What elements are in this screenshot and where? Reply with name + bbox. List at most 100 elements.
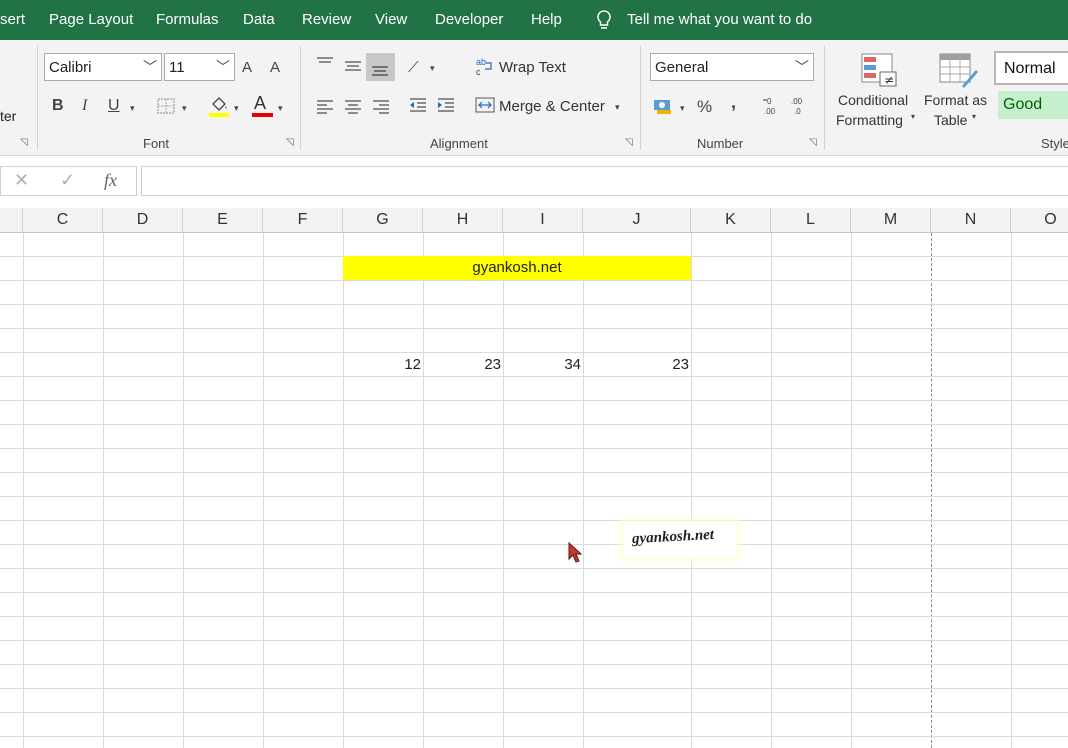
percent-style-button[interactable]: % [697, 95, 712, 119]
chevron-down-icon[interactable]: ﹀ [795, 57, 809, 77]
insert-function-button[interactable]: fx [104, 170, 117, 191]
column-header-o[interactable]: O [1011, 208, 1068, 233]
align-middle-icon[interactable] [343, 60, 363, 74]
column-header-m[interactable]: M [851, 208, 931, 233]
format-as-table-label-2[interactable]: Table [934, 112, 967, 128]
watermark-image[interactable]: gyankosh.net [624, 522, 736, 558]
alignment-launcher-icon[interactable]: ◹ [625, 137, 633, 148]
column-header-e[interactable]: E [183, 208, 263, 233]
merge-center-button[interactable]: Merge & Center [499, 98, 605, 115]
italic-button[interactable]: I [82, 94, 87, 118]
svg-text:0: 0 [767, 97, 772, 106]
align-left-icon[interactable] [315, 100, 335, 114]
formula-input[interactable] [141, 166, 1068, 196]
font-size-combo[interactable]: 11 ﹀ [164, 53, 235, 81]
column-header-f[interactable]: F [263, 208, 343, 233]
gridline [0, 712, 1068, 713]
font-launcher-icon[interactable]: ◹ [286, 137, 294, 148]
gridline [0, 280, 1068, 281]
increase-decimal-icon[interactable]: 0 .00 [762, 96, 784, 116]
increase-indent-icon[interactable] [436, 98, 456, 114]
column-header-k[interactable]: K [691, 208, 771, 233]
formula-bar: ✕ ✓ fx [0, 156, 1068, 208]
chevron-down-icon[interactable]: ▾ [234, 96, 239, 120]
chevron-down-icon[interactable]: ▾ [615, 95, 620, 119]
tab-review[interactable]: Review [302, 11, 351, 28]
decrease-decimal-icon[interactable]: .00 .0 [789, 96, 811, 116]
wrap-text-button[interactable]: Wrap Text [499, 59, 566, 76]
bold-button[interactable]: B [52, 94, 64, 118]
underline-button[interactable]: U [108, 94, 120, 118]
column-header-h[interactable]: H [423, 208, 503, 233]
tab-data[interactable]: Data [243, 11, 275, 28]
gridline [0, 616, 1068, 617]
worksheet-grid[interactable]: C D E F G H I J K L M N O gyankosh.net 1… [0, 208, 1068, 748]
tell-me-search[interactable]: Tell me what you want to do [627, 11, 812, 28]
clipboard-launcher-icon[interactable]: ◹ [20, 137, 28, 148]
style-good-label: Good [1003, 96, 1043, 113]
column-header-c[interactable]: C [23, 208, 103, 233]
style-normal[interactable]: Normal [994, 51, 1068, 85]
gridline [103, 233, 104, 748]
chevron-down-icon[interactable]: ﹀ [216, 57, 230, 77]
cell-g5[interactable]: 12 [343, 353, 421, 376]
shrink-font-button[interactable]: A [270, 56, 280, 80]
fill-color-icon[interactable] [208, 94, 230, 118]
column-header-l[interactable]: L [771, 208, 851, 233]
align-center-icon[interactable] [343, 100, 363, 114]
chevron-down-icon[interactable]: ▾ [182, 96, 187, 120]
number-format-combo[interactable]: General ﹀ [650, 53, 814, 81]
grow-font-button[interactable]: A [242, 56, 252, 80]
separator [640, 46, 641, 150]
cell-j5[interactable]: 23 [583, 353, 689, 376]
cell-i5[interactable]: 34 [503, 353, 581, 376]
number-launcher-icon[interactable]: ◹ [809, 137, 817, 148]
column-header-n[interactable]: N [931, 208, 1011, 233]
tab-developer[interactable]: Developer [435, 11, 503, 28]
gridline [0, 328, 1068, 329]
font-name-combo[interactable]: Calibri ﹀ [44, 53, 162, 81]
gridline [0, 496, 1068, 497]
merged-cell-g2-j2[interactable]: gyankosh.net [343, 256, 691, 280]
column-header-g[interactable]: G [343, 208, 423, 233]
tab-view[interactable]: View [375, 11, 407, 28]
align-right-icon[interactable] [371, 100, 391, 114]
tab-help[interactable]: Help [531, 11, 562, 28]
gridline [423, 233, 424, 748]
chevron-down-icon[interactable]: ▾ [278, 96, 283, 120]
format-as-table-label-1[interactable]: Format as [924, 92, 987, 108]
gridline [263, 233, 264, 748]
comma-style-button[interactable]: , [731, 90, 736, 114]
format-as-table-icon [939, 53, 978, 88]
chevron-down-icon[interactable]: ▾ [911, 112, 915, 121]
decrease-indent-icon[interactable] [408, 98, 428, 114]
mouse-cursor-icon [568, 542, 583, 563]
tab-formulas[interactable]: Formulas [156, 11, 219, 28]
chevron-down-icon[interactable]: ▾ [130, 96, 135, 120]
gridline [583, 233, 584, 748]
merge-center-icon [475, 97, 495, 113]
borders-icon[interactable] [157, 98, 175, 114]
style-good[interactable]: Good [998, 91, 1068, 119]
orientation-icon[interactable]: ⟋ [408, 56, 419, 80]
tab-insert[interactable]: sert [0, 11, 25, 28]
column-header-j[interactable]: J [583, 208, 691, 233]
cancel-icon[interactable]: ✕ [14, 170, 29, 191]
cell-h5[interactable]: 23 [423, 353, 501, 376]
align-top-icon[interactable] [315, 56, 335, 70]
clipboard-partial-label: ter [0, 108, 17, 124]
column-header-d[interactable]: D [103, 208, 183, 233]
chevron-down-icon[interactable]: ▾ [972, 112, 976, 121]
chevron-down-icon[interactable]: ﹀ [143, 57, 157, 77]
tab-page-layout[interactable]: Page Layout [49, 11, 133, 28]
page-break-line [931, 233, 932, 748]
accounting-format-icon[interactable] [653, 97, 675, 115]
chevron-down-icon[interactable]: ▾ [680, 96, 685, 120]
conditional-formatting-label-2[interactable]: Formatting [836, 112, 903, 128]
column-header-i[interactable]: I [503, 208, 583, 233]
column-header-b[interactable] [0, 208, 23, 233]
font-color-button[interactable]: A [254, 91, 266, 115]
enter-icon[interactable]: ✓ [60, 170, 75, 191]
chevron-down-icon[interactable]: ▾ [430, 56, 435, 80]
conditional-formatting-label-1[interactable]: Conditional [838, 92, 908, 108]
